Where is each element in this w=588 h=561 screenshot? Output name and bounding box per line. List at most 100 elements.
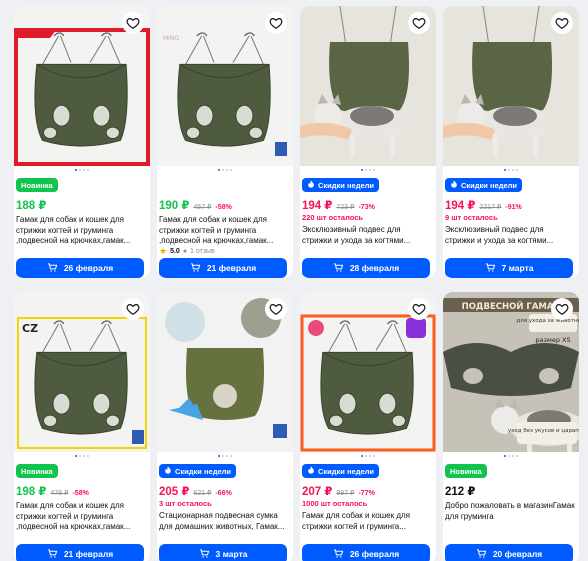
price: 212 ₽ [445, 486, 476, 498]
delivery-date: 26 февраля [63, 263, 114, 273]
stock-left: 1000 шт осталось [302, 499, 368, 508]
product-card[interactable]: ПОДВЕСНОЙ ГАМАК для ухода за животными раз… [443, 292, 579, 561]
stock-left: 9 шт осталось [445, 213, 498, 222]
image-pager-dots [14, 455, 150, 459]
badge-label: Скидки недели [318, 180, 374, 190]
favorite-heart-icon[interactable] [122, 298, 144, 320]
add-to-cart-button[interactable]: 7 марта [445, 258, 573, 278]
product-title[interactable]: Добро пожаловать в магазинГамак для грум… [445, 501, 575, 533]
product-title[interactable]: Эксклюзивный подвес для стрижки и ухода … [445, 225, 575, 257]
svg-text:размер XS: размер XS [535, 336, 570, 344]
product-card[interactable]: Скидки недели 194 ₽723 ₽ -73% 220 шт остало… [300, 6, 436, 278]
price-row: 194 ₽723 ₽ -73% [302, 198, 375, 212]
rating-value: 5.0 [170, 248, 180, 255]
badge-label: Новинка [21, 180, 53, 190]
discount-percent: -58% [215, 204, 232, 211]
price-row: 198 ₽478 ₽ -58% [16, 484, 89, 498]
favorite-heart-icon[interactable] [265, 12, 287, 34]
delivery-date: 21 февраля [63, 549, 114, 559]
add-to-cart-button[interactable]: 3 марта [159, 544, 287, 561]
product-card[interactable]: CZ Новинка 198 ₽478 ₽ -58% Гамак для собак и… [14, 292, 150, 561]
product-card[interactable]: Скидки недели 194 ₽2217 ₽ -91% 9 шт осталос… [443, 6, 579, 278]
product-badge: Скидки недели [302, 178, 379, 192]
stock-left: 3 шт осталось [159, 499, 212, 508]
favorite-heart-icon[interactable] [551, 12, 573, 34]
add-to-cart-button[interactable]: 28 февраля [302, 258, 430, 278]
product-badge: Новинка [445, 464, 487, 478]
delivery-date: 20 февраля [492, 549, 543, 559]
price: 194 ₽ [302, 200, 333, 212]
cart-icon [476, 548, 487, 561]
price: 188 ₽ [16, 200, 47, 212]
product-card[interactable]: Скидки недели 207 ₽897 ₽ -77% 1000 шт остал… [300, 292, 436, 561]
product-badge: Скидки недели [302, 464, 379, 478]
discount-percent: -66% [215, 490, 232, 497]
price-row: 194 ₽2217 ₽ -91% [445, 198, 522, 212]
badge-label: Скидки недели [318, 466, 374, 476]
cart-icon [190, 262, 201, 275]
price-row: 207 ₽897 ₽ -77% [302, 484, 375, 498]
product-card[interactable]: MING 190 ₽457 ₽ -58% Гамак для собак и коше… [157, 6, 293, 278]
product-grid: Новинка 188 ₽ Гамак для собак и кошек для … [0, 0, 588, 561]
add-to-cart-button[interactable]: 20 февраля [445, 544, 573, 561]
delivery-date: 21 февраля [206, 263, 257, 273]
reviews-count: 1 отзыв [190, 248, 215, 255]
flame-icon [307, 180, 315, 190]
product-badge: Новинка [16, 178, 58, 192]
cart-icon [47, 262, 58, 275]
product-title[interactable]: Эксклюзивный подвес для стрижки и ухода … [302, 225, 432, 257]
cart-icon [333, 262, 344, 275]
product-title[interactable]: Стационарная подвесная сумка для домашни… [159, 511, 289, 543]
favorite-heart-icon[interactable] [408, 12, 430, 34]
image-pager-dots [157, 169, 293, 173]
price: 207 ₽ [302, 486, 333, 498]
flame-icon [450, 180, 458, 190]
price-row: 212 ₽ [445, 484, 475, 498]
add-to-cart-button[interactable]: 26 февраля [302, 544, 430, 561]
product-title[interactable]: Гамак для собак и кошек для стрижки когт… [302, 511, 432, 543]
discount-percent: -58% [72, 490, 89, 497]
delivery-date: 26 февраля [349, 549, 400, 559]
svg-text:MING: MING [163, 35, 179, 42]
product-title[interactable]: Гамак для собак и кошек для стрижки когт… [16, 215, 146, 247]
old-price: 2217 ₽ [479, 204, 502, 211]
price-row: 188 ₽ [16, 198, 46, 212]
price: 190 ₽ [159, 200, 190, 212]
product-title[interactable]: Гамак для собак и кошек для стрижки когт… [16, 501, 146, 533]
badge-label: Скидки недели [461, 180, 517, 190]
product-title[interactable]: Гамак для собак и кошек для стрижки когт… [159, 215, 289, 247]
flame-icon [307, 466, 315, 476]
discount-percent: -91% [505, 204, 522, 211]
delivery-date: 3 марта [215, 549, 248, 559]
svg-text:для ухода за животными: для ухода за животными [516, 318, 579, 324]
price-row: 205 ₽621 ₽ -66% [159, 484, 232, 498]
product-card[interactable]: Скидки недели 205 ₽621 ₽ -66% 3 шт осталось… [157, 292, 293, 561]
add-to-cart-button[interactable]: 26 февраля [16, 258, 144, 278]
svg-text:уход без укусов и царапин: уход без укусов и царапин [508, 428, 579, 434]
old-price: 621 ₽ [193, 490, 212, 497]
add-to-cart-button[interactable]: 21 февраля [16, 544, 144, 561]
favorite-heart-icon[interactable] [408, 298, 430, 320]
price: 194 ₽ [445, 200, 476, 212]
cart-icon [485, 262, 496, 275]
chat-icon: ● [182, 248, 188, 255]
flame-icon [164, 466, 172, 476]
price: 198 ₽ [16, 486, 47, 498]
favorite-heart-icon[interactable] [122, 12, 144, 34]
rating-row: ★ 5.0 ● 1 отзыв [159, 246, 215, 257]
image-pager-dots [300, 169, 436, 173]
cart-icon [199, 548, 210, 561]
cart-icon [333, 548, 344, 561]
product-badge: Скидки недели [445, 178, 522, 192]
add-to-cart-button[interactable]: 21 февраля [159, 258, 287, 278]
star-icon: ★ [159, 246, 168, 256]
favorite-heart-icon[interactable] [265, 298, 287, 320]
badge-label: Новинка [21, 466, 53, 476]
product-card[interactable]: Новинка 188 ₽ Гамак для собак и кошек для … [14, 6, 150, 278]
old-price: 897 ₽ [336, 490, 355, 497]
discount-percent: -73% [358, 204, 375, 211]
favorite-heart-icon[interactable] [551, 298, 573, 320]
badge-label: Новинка [450, 466, 482, 476]
price: 205 ₽ [159, 486, 190, 498]
old-price: 478 ₽ [50, 490, 69, 497]
